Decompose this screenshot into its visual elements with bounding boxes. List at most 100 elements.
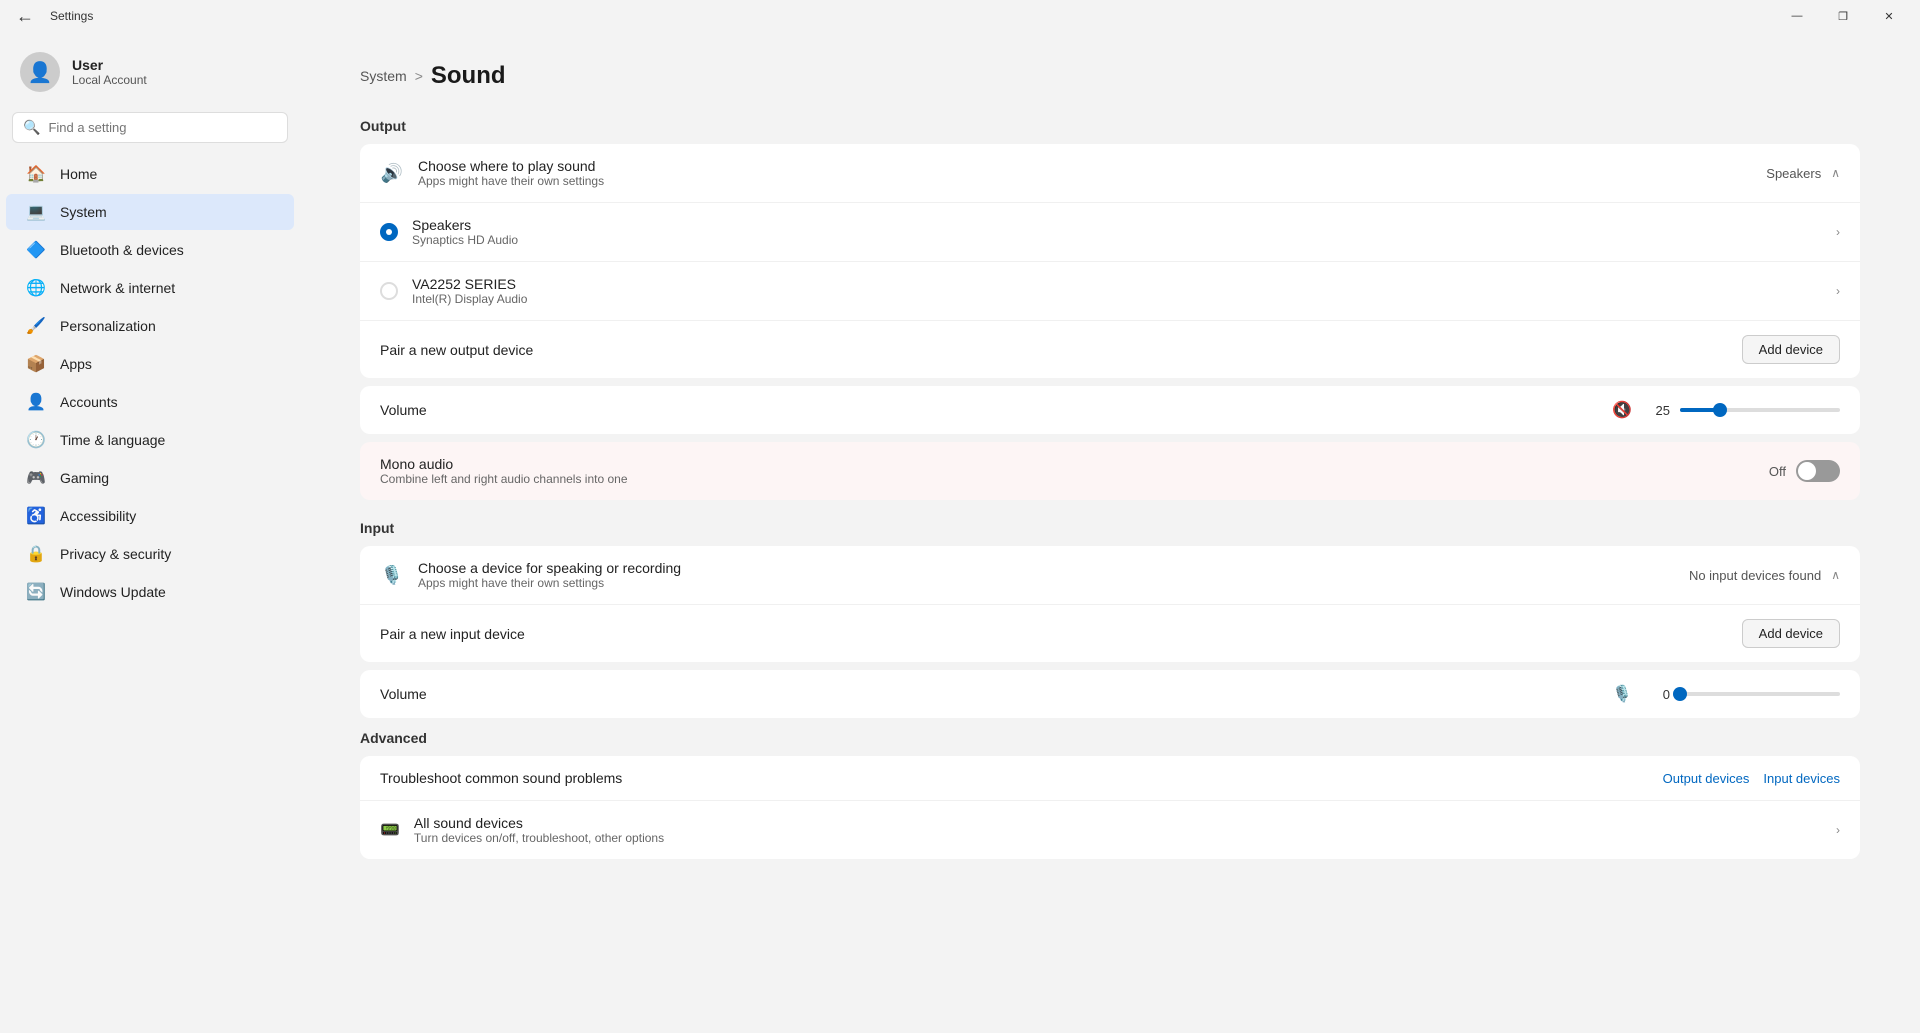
- sidebar-item-update-label: Windows Update: [60, 584, 166, 600]
- output-volume-row: Volume 🔇 25: [360, 386, 1860, 434]
- titlebar-title: Settings: [50, 9, 93, 23]
- sidebar-item-privacy-label: Privacy & security: [60, 546, 171, 562]
- breadcrumb: System > Sound: [360, 62, 1860, 90]
- sidebar-item-accessibility[interactable]: ♿ Accessibility: [6, 498, 294, 534]
- output-volume-label: Volume: [380, 402, 1598, 418]
- sidebar-item-privacy[interactable]: 🔒 Privacy & security: [6, 536, 294, 572]
- input-chevron-up-icon: ∧: [1831, 568, 1840, 582]
- sidebar-item-personalization-label: Personalization: [60, 318, 156, 334]
- input-mic-icon[interactable]: 🎙️: [1612, 684, 1632, 704]
- pair-output-row: Pair a new output device Add device: [360, 321, 1860, 378]
- speaker-icon: 🔊: [380, 163, 404, 184]
- all-devices-sub: Turn devices on/off, troubleshoot, other…: [414, 831, 1822, 845]
- sidebar-item-gaming[interactable]: 🎮 Gaming: [6, 460, 294, 496]
- sidebar-item-accounts[interactable]: 👤 Accounts: [6, 384, 294, 420]
- va2252-label: VA2252 SERIES: [412, 276, 1822, 292]
- choose-output-sub: Apps might have their own settings: [418, 174, 1752, 188]
- output-volume-slider[interactable]: [1680, 408, 1840, 412]
- user-type: Local Account: [72, 73, 147, 87]
- sidebar-item-home[interactable]: 🏠 Home: [6, 156, 294, 192]
- sidebar-item-accounts-label: Accounts: [60, 394, 118, 410]
- input-volume-slider[interactable]: [1680, 692, 1840, 696]
- sidebar-item-apps-label: Apps: [60, 356, 92, 372]
- search-input[interactable]: [48, 120, 277, 135]
- speakers-radio[interactable]: [380, 223, 398, 241]
- content-area: System > Sound Output 🔊 Choose where to …: [300, 32, 1920, 1033]
- sidebar-item-time[interactable]: 🕐 Time & language: [6, 422, 294, 458]
- avatar: 👤: [20, 52, 60, 92]
- bluetooth-icon: 🔷: [26, 240, 46, 260]
- mono-toggle[interactable]: [1796, 460, 1840, 482]
- input-volume-row: Volume 🎙️ 0: [360, 670, 1860, 718]
- output-devices-link[interactable]: Output devices: [1663, 771, 1750, 786]
- pair-input-row: Pair a new input device Add device: [360, 605, 1860, 662]
- add-output-device-button[interactable]: Add device: [1742, 335, 1840, 364]
- network-icon: 🌐: [26, 278, 46, 298]
- restore-button[interactable]: ❐: [1820, 0, 1866, 32]
- microphone-icon: 🎙️: [380, 565, 404, 586]
- all-devices-chevron-icon: ›: [1836, 823, 1840, 837]
- va2252-row[interactable]: VA2252 SERIES Intel(R) Display Audio ›: [360, 262, 1860, 321]
- sidebar-item-network-label: Network & internet: [60, 280, 175, 296]
- all-devices-icon: 📟: [380, 820, 400, 840]
- va2252-sub: Intel(R) Display Audio: [412, 292, 1822, 306]
- choose-input-row: 🎙️ Choose a device for speaking or recor…: [360, 546, 1860, 605]
- advanced-card: Troubleshoot common sound problems Outpu…: [360, 756, 1860, 859]
- sidebar-item-accessibility-label: Accessibility: [60, 508, 136, 524]
- sidebar-item-apps[interactable]: 📦 Apps: [6, 346, 294, 382]
- choose-output-label: Choose where to play sound: [418, 158, 1752, 174]
- input-volume-value: 0: [1642, 687, 1670, 702]
- sidebar-item-bluetooth[interactable]: 🔷 Bluetooth & devices: [6, 232, 294, 268]
- breadcrumb-parent[interactable]: System: [360, 68, 407, 84]
- sidebar-item-system[interactable]: 💻 System: [6, 194, 294, 230]
- output-section-title: Output: [360, 118, 1860, 134]
- titlebar: ← Settings — ❐ ✕: [0, 0, 1920, 32]
- sidebar-item-network[interactable]: 🌐 Network & internet: [6, 270, 294, 306]
- choose-output-row: 🔊 Choose where to play sound Apps might …: [360, 144, 1860, 203]
- user-info: User Local Account: [72, 57, 147, 87]
- choose-input-sub: Apps might have their own settings: [418, 576, 1675, 590]
- sidebar-item-time-label: Time & language: [60, 432, 165, 448]
- titlebar-controls: — ❐ ✕: [1774, 0, 1912, 32]
- input-devices-link[interactable]: Input devices: [1763, 771, 1840, 786]
- troubleshoot-row: Troubleshoot common sound problems Outpu…: [360, 756, 1860, 801]
- sidebar-item-system-label: System: [60, 204, 107, 220]
- speakers-sub: Synaptics HD Audio: [412, 233, 1822, 247]
- pair-input-label: Pair a new input device: [380, 626, 1728, 642]
- personalization-icon: 🖌️: [26, 316, 46, 336]
- search-box[interactable]: 🔍: [12, 112, 288, 143]
- accounts-icon: 👤: [26, 392, 46, 412]
- sidebar-item-home-label: Home: [60, 166, 97, 182]
- system-icon: 💻: [26, 202, 46, 222]
- va2252-chevron-icon: ›: [1836, 284, 1840, 298]
- mono-audio-label: Mono audio: [380, 456, 1755, 472]
- gaming-icon: 🎮: [26, 468, 46, 488]
- all-devices-row[interactable]: 📟 All sound devices Turn devices on/off,…: [360, 801, 1860, 859]
- update-icon: 🔄: [26, 582, 46, 602]
- time-icon: 🕐: [26, 430, 46, 450]
- output-mute-icon[interactable]: 🔇: [1612, 400, 1632, 420]
- advanced-section-title: Advanced: [360, 730, 1860, 746]
- sidebar: 👤 User Local Account 🔍 🏠 Home 💻 System 🔷…: [0, 32, 300, 1033]
- add-input-device-button[interactable]: Add device: [1742, 619, 1840, 648]
- output-volume-thumb[interactable]: [1713, 403, 1727, 417]
- minimize-button[interactable]: —: [1774, 0, 1820, 32]
- pair-output-label: Pair a new output device: [380, 342, 1728, 358]
- va2252-radio[interactable]: [380, 282, 398, 300]
- sidebar-item-bluetooth-label: Bluetooth & devices: [60, 242, 184, 258]
- sidebar-item-update[interactable]: 🔄 Windows Update: [6, 574, 294, 610]
- input-volume-thumb[interactable]: [1673, 687, 1687, 701]
- sidebar-item-gaming-label: Gaming: [60, 470, 109, 486]
- choose-output-value: Speakers: [1766, 166, 1821, 181]
- input-section-title: Input: [360, 520, 1860, 536]
- apps-icon: 📦: [26, 354, 46, 374]
- all-devices-label: All sound devices: [414, 815, 1822, 831]
- close-button[interactable]: ✕: [1866, 0, 1912, 32]
- mono-toggle-thumb: [1798, 462, 1816, 480]
- user-name: User: [72, 57, 147, 73]
- speakers-row[interactable]: Speakers Synaptics HD Audio ›: [360, 203, 1860, 262]
- accessibility-icon: ♿: [26, 506, 46, 526]
- sidebar-item-personalization[interactable]: 🖌️ Personalization: [6, 308, 294, 344]
- output-device-card: 🔊 Choose where to play sound Apps might …: [360, 144, 1860, 378]
- back-button[interactable]: ←: [8, 2, 42, 31]
